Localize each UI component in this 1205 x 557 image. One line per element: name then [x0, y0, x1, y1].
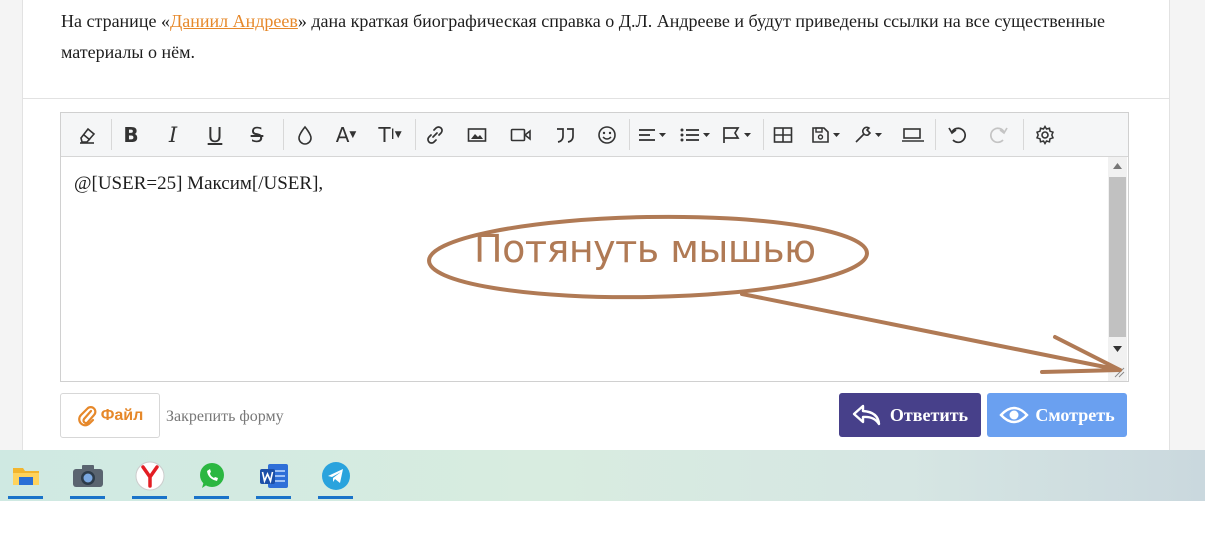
video-icon[interactable] [507, 121, 535, 148]
editor-content: @[USER=25] Максим[/USER], [74, 173, 324, 194]
font-family-icon[interactable]: A ▼ [329, 121, 363, 148]
whatsapp-icon[interactable] [186, 450, 237, 501]
attach-file-label: Файл [100, 406, 144, 424]
toolbar-separator [629, 119, 630, 150]
post-text: На странице «Даниил Андреев» дана кратка… [61, 6, 1141, 68]
resize-handle-icon[interactable] [1113, 365, 1125, 378]
scroll-up-arrow-icon[interactable] [1108, 157, 1127, 174]
undo-icon[interactable] [943, 121, 971, 148]
table-icon[interactable] [769, 121, 797, 148]
toolbar-separator [111, 119, 112, 150]
reply-label: Ответить [889, 404, 969, 425]
eraser-icon[interactable] [73, 121, 101, 148]
tools-icon[interactable] [851, 121, 887, 148]
file-explorer-icon[interactable] [0, 450, 51, 501]
active-app-indicator [194, 496, 229, 499]
editor-body[interactable]: @[USER=25] Максим[/USER], [61, 157, 1107, 381]
redo-icon[interactable] [985, 121, 1013, 148]
taskbar [0, 450, 1205, 501]
align-icon[interactable] [636, 121, 670, 148]
telegram-icon[interactable] [310, 450, 361, 501]
preview-label: Смотреть [1035, 404, 1115, 425]
active-app-indicator [132, 496, 167, 499]
post-text-before: На странице « [61, 11, 170, 31]
toolbar-separator [283, 119, 284, 150]
post-link[interactable]: Даниил Андреев [170, 11, 298, 31]
active-app-indicator [70, 496, 105, 499]
preview-button[interactable]: Смотреть [987, 393, 1127, 437]
italic-icon[interactable]: I [159, 121, 187, 148]
quote-icon[interactable] [551, 121, 579, 148]
eye-icon [999, 406, 1030, 424]
reply-arrow-icon [852, 404, 881, 426]
editor-toolbar: B I U S A ▼ T I ▼ [61, 113, 1128, 157]
image-icon[interactable] [463, 121, 491, 148]
underline-icon[interactable]: U [201, 121, 229, 148]
reply-button[interactable]: Ответить [839, 393, 981, 437]
font-size-letter: T [378, 122, 391, 147]
pin-form-link[interactable]: Закрепить форму [166, 408, 284, 426]
attach-file-button[interactable]: Файл [60, 393, 160, 438]
toolbar-separator [415, 119, 416, 150]
dropdown-caret-icon: ▼ [349, 129, 357, 140]
link-icon[interactable] [421, 121, 449, 148]
active-app-indicator [8, 496, 43, 499]
dropdown-caret-icon: ▼ [394, 129, 402, 140]
font-size-icon[interactable]: T I ▼ [371, 121, 409, 148]
active-app-indicator [256, 496, 291, 499]
scroll-down-arrow-icon[interactable] [1108, 340, 1127, 357]
bold-icon[interactable]: B [117, 121, 145, 148]
editor: B I U S A ▼ T I ▼ @[USER=25] Максим[/USE… [60, 112, 1129, 382]
insert-flag-icon[interactable] [720, 121, 756, 148]
toolbar-separator [1023, 119, 1024, 150]
active-app-indicator [318, 496, 353, 499]
paperclip-icon [77, 405, 97, 426]
camera-icon[interactable] [62, 450, 113, 501]
post-card: На странице «Даниил Андреев» дана кратка… [22, 0, 1170, 99]
settings-icon[interactable] [1031, 121, 1059, 148]
scrollbar-thumb[interactable] [1109, 177, 1126, 337]
editor-scrollbar[interactable] [1108, 157, 1127, 381]
save-draft-icon[interactable] [809, 121, 845, 148]
smilie-icon[interactable] [593, 121, 621, 148]
yandex-browser-icon[interactable] [124, 450, 175, 501]
preview-toggle-icon[interactable] [899, 121, 927, 148]
color-icon[interactable] [291, 121, 319, 148]
toolbar-separator [935, 119, 936, 150]
font-family-letter: A [335, 122, 350, 147]
strikethrough-icon[interactable]: S [243, 121, 271, 148]
toolbar-separator [763, 119, 764, 150]
word-icon[interactable] [248, 450, 299, 501]
list-icon[interactable] [678, 121, 714, 148]
